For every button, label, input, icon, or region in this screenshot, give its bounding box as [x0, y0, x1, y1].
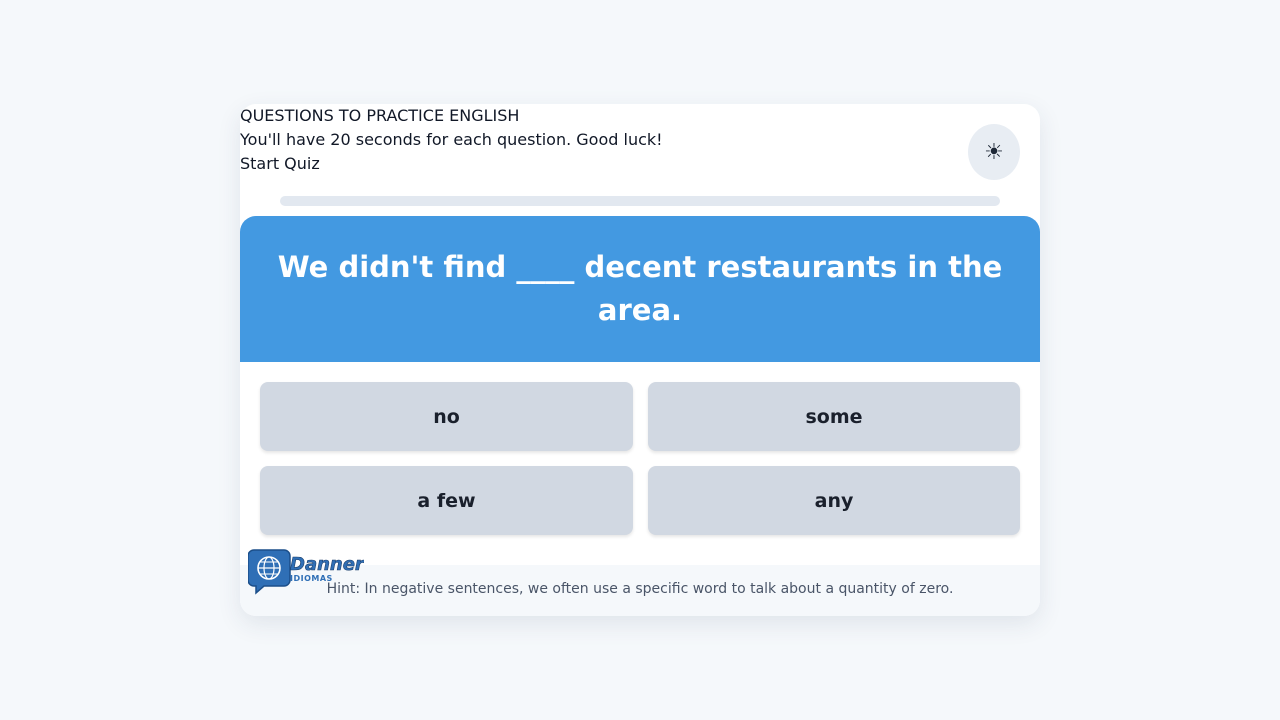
question-text: We didn't find ____ decent restaurants i…: [277, 250, 1003, 327]
answer-option-any[interactable]: any: [648, 466, 1020, 535]
theme-toggle-button[interactable]: ☀: [968, 124, 1020, 180]
answer-options: no some a few any: [260, 382, 1020, 535]
question-panel: We didn't find ____ decent restaurants i…: [240, 216, 1040, 362]
logo-subtitle: IDIOMAS: [290, 574, 333, 583]
danner-logo: Danner IDIOMAS: [248, 549, 364, 595]
start-quiz-button[interactable]: Start Quiz: [240, 152, 663, 176]
sun-icon: ☀: [984, 139, 1004, 165]
answer-option-a-few[interactable]: a few: [260, 466, 633, 535]
logo-name: Danner: [290, 554, 364, 575]
progress-bar: [280, 196, 1000, 206]
answer-option-some[interactable]: some: [648, 382, 1020, 451]
quiz-card: QUESTIONS TO PRACTICE ENGLISH You'll hav…: [240, 104, 1040, 616]
quiz-instructions: You'll have 20 seconds for each question…: [240, 130, 663, 149]
quiz-title: QUESTIONS TO PRACTICE ENGLISH: [240, 106, 520, 125]
quiz-header: QUESTIONS TO PRACTICE ENGLISH You'll hav…: [240, 104, 663, 176]
answer-option-no[interactable]: no: [260, 382, 633, 451]
